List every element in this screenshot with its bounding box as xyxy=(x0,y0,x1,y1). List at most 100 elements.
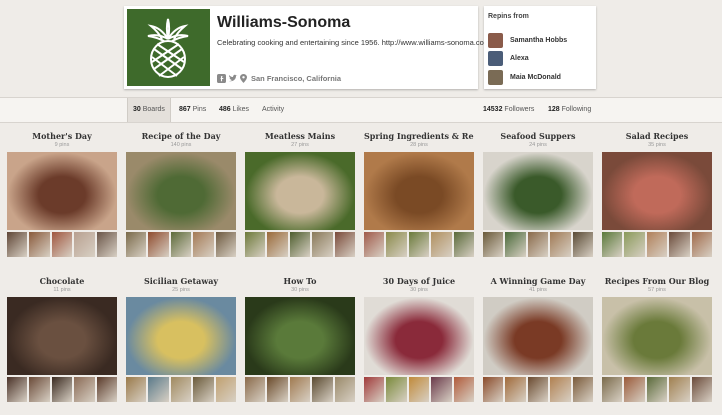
board-thumbnail[interactable] xyxy=(386,377,407,402)
board-thumbnail[interactable] xyxy=(431,232,452,257)
tab-pins[interactable]: 867 Pins xyxy=(179,98,206,122)
board-card[interactable]: How To 30 pins xyxy=(245,276,356,402)
board-card[interactable]: Spring Ingredients & Re... 28 pins xyxy=(364,131,475,257)
board-thumbnail[interactable] xyxy=(170,232,192,257)
board-cover-image[interactable] xyxy=(245,152,355,230)
board-thumbnail[interactable] xyxy=(334,232,356,257)
board-thumbnail[interactable] xyxy=(691,377,713,402)
board-thumbnail[interactable] xyxy=(289,377,311,402)
board-title[interactable]: Recipes From Our Blog xyxy=(602,276,712,286)
board-cover-image[interactable] xyxy=(7,152,117,230)
board-card[interactable]: 30 Days of Juice 30 pins xyxy=(364,276,475,402)
board-thumbnail[interactable] xyxy=(483,377,504,402)
board-title[interactable]: A Winning Game Day xyxy=(483,276,593,286)
board-thumbnail[interactable] xyxy=(148,377,169,402)
board-thumbnail[interactable] xyxy=(505,377,526,402)
board-cover-image[interactable] xyxy=(126,297,236,375)
board-thumbnail[interactable] xyxy=(96,377,118,402)
board-title[interactable]: Sicilian Getaway xyxy=(126,276,236,286)
board-title[interactable]: How To xyxy=(245,276,355,286)
board-thumbnail[interactable] xyxy=(312,377,333,402)
board-thumbnail[interactable] xyxy=(572,232,594,257)
board-thumbnail[interactable] xyxy=(170,377,192,402)
board-thumbnail[interactable] xyxy=(386,232,407,257)
board-thumbnail[interactable] xyxy=(527,377,549,402)
board-thumbnail[interactable] xyxy=(245,232,266,257)
board-thumbnail[interactable] xyxy=(7,377,28,402)
board-cover-image[interactable] xyxy=(483,297,593,375)
board-thumbnail[interactable] xyxy=(602,232,623,257)
board-thumbnail[interactable] xyxy=(483,232,504,257)
board-thumbnail[interactable] xyxy=(74,377,95,402)
board-card[interactable]: Seafood Suppers 24 pins xyxy=(483,131,594,257)
board-thumbnail[interactable] xyxy=(51,232,73,257)
board-thumbnail[interactable] xyxy=(624,377,645,402)
following-link[interactable]: 128 Following xyxy=(548,98,591,122)
board-title[interactable]: Meatless Mains xyxy=(245,131,355,141)
board-thumbnail[interactable] xyxy=(646,377,668,402)
board-card[interactable]: Chocolate 11 pins xyxy=(7,276,118,402)
board-thumbnail[interactable] xyxy=(624,232,645,257)
board-cover-image[interactable] xyxy=(245,297,355,375)
board-thumbnail[interactable] xyxy=(96,232,118,257)
board-thumbnail[interactable] xyxy=(527,232,549,257)
twitter-icon[interactable] xyxy=(228,74,238,83)
board-title[interactable]: Chocolate xyxy=(7,276,117,286)
board-cover-image[interactable] xyxy=(483,152,593,230)
tab-likes[interactable]: 486 Likes xyxy=(219,98,249,122)
board-cover-image[interactable] xyxy=(602,297,712,375)
board-thumbnail[interactable] xyxy=(193,377,214,402)
repin-user[interactable]: Maia McDonald xyxy=(488,70,561,85)
board-card[interactable]: Recipe of the Day 140 pins xyxy=(126,131,237,257)
board-title[interactable]: Salad Recipes xyxy=(602,131,712,141)
board-thumbnail[interactable] xyxy=(431,377,452,402)
board-thumbnail[interactable] xyxy=(550,232,571,257)
facebook-icon[interactable] xyxy=(217,74,226,83)
board-thumbnail[interactable] xyxy=(126,377,147,402)
board-thumbnail[interactable] xyxy=(289,232,311,257)
board-thumbnail[interactable] xyxy=(148,232,169,257)
board-thumbnail[interactable] xyxy=(646,232,668,257)
board-card[interactable]: Mother's Day 9 pins xyxy=(7,131,118,257)
board-thumbnail[interactable] xyxy=(453,232,475,257)
board-thumbnail[interactable] xyxy=(364,377,385,402)
board-cover-image[interactable] xyxy=(7,297,117,375)
board-thumbnail[interactable] xyxy=(312,232,333,257)
board-card[interactable]: A Winning Game Day 41 pins xyxy=(483,276,594,402)
board-thumbnail[interactable] xyxy=(193,232,214,257)
board-thumbnail[interactable] xyxy=(453,377,475,402)
followers-link[interactable]: 14532 Followers xyxy=(483,98,534,122)
board-card[interactable]: Sicilian Getaway 25 pins xyxy=(126,276,237,402)
board-title[interactable]: Seafood Suppers xyxy=(483,131,593,141)
board-cover-image[interactable] xyxy=(364,297,474,375)
board-thumbnail[interactable] xyxy=(51,377,73,402)
board-thumbnail[interactable] xyxy=(408,377,430,402)
board-thumbnail[interactable] xyxy=(267,232,288,257)
repin-user[interactable]: Samantha Hobbs xyxy=(488,33,567,48)
board-cover-image[interactable] xyxy=(602,152,712,230)
board-thumbnail[interactable] xyxy=(572,377,594,402)
board-thumbnail[interactable] xyxy=(29,377,50,402)
board-thumbnail[interactable] xyxy=(691,232,713,257)
board-title[interactable]: Recipe of the Day xyxy=(126,131,236,141)
board-cover-image[interactable] xyxy=(126,152,236,230)
board-title[interactable]: Spring Ingredients & Re... xyxy=(364,131,474,141)
board-thumbnail[interactable] xyxy=(7,232,28,257)
board-thumbnail[interactable] xyxy=(408,232,430,257)
board-thumbnail[interactable] xyxy=(126,232,147,257)
board-card[interactable]: Recipes From Our Blog 57 pins xyxy=(602,276,713,402)
tab-activity[interactable]: Activity xyxy=(262,98,284,122)
board-thumbnail[interactable] xyxy=(505,232,526,257)
board-thumbnail[interactable] xyxy=(364,232,385,257)
logo[interactable] xyxy=(127,9,210,86)
board-card[interactable]: Meatless Mains 27 pins xyxy=(245,131,356,257)
tab-boards[interactable]: 30 Boards xyxy=(127,98,171,122)
board-thumbnail[interactable] xyxy=(669,232,690,257)
board-thumbnail[interactable] xyxy=(267,377,288,402)
board-thumbnail[interactable] xyxy=(74,232,95,257)
board-thumbnail[interactable] xyxy=(669,377,690,402)
board-thumbnail[interactable] xyxy=(215,232,237,257)
board-title[interactable]: Mother's Day xyxy=(7,131,117,141)
board-thumbnail[interactable] xyxy=(334,377,356,402)
board-title[interactable]: 30 Days of Juice xyxy=(364,276,474,286)
